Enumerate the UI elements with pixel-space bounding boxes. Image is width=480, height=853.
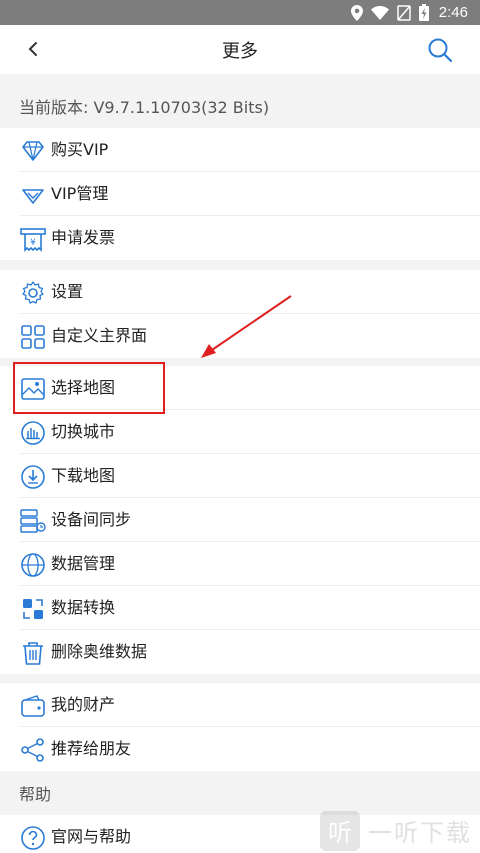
menu-item-vip-manage[interactable]: VIP管理 [0,172,480,216]
menu-item-label: 申请发票 [51,228,116,247]
menu-item-label: 官网与帮助 [51,827,132,846]
menu-item-data-convert[interactable]: 数据转换 [0,586,480,630]
menu-item-label: 切换城市 [51,422,116,441]
status-time: 2:46 [438,4,468,21]
menu-item-label: 我的财产 [51,695,116,714]
menu-item-label: 设备间同步 [51,510,132,529]
search-icon [428,38,453,63]
custom-layout-icon [20,324,46,350]
watermark-text: 一听下载 [368,819,472,847]
svg-text:¥: ¥ [30,238,36,248]
download-map-icon [20,464,46,490]
vip-manage-icon [20,182,46,208]
search-button[interactable] [426,36,454,64]
menu-item-label: 删除奥维数据 [51,642,148,661]
invoice-icon: ¥ [20,226,46,252]
menu-item-label: 设置 [51,282,84,301]
trash-icon [20,640,46,666]
menu-item-label: 数据转换 [51,598,116,617]
city-switch-icon [20,420,46,446]
annotation-arrow-icon [201,295,292,358]
share-icon [20,737,46,763]
watermark: 听 一听下载 [320,808,480,853]
sync-icon [20,508,46,534]
wallet-icon [20,693,46,719]
menu-item-label: 自定义主界面 [51,326,148,345]
diamond-icon [20,138,46,164]
watermark-logo: 听 [320,810,360,851]
back-button[interactable] [22,37,46,61]
annotation-highlight-box [13,362,165,414]
app-header: 更多 [0,25,480,74]
menu-item-download-map[interactable]: 下载地图 [0,454,480,498]
version-info: 当前版本: V9.7.1.10703(32 Bits) [0,84,480,128]
menu-item-my-assets[interactable]: 我的财产 [0,683,480,727]
location-icon [350,4,363,21]
menu-item-recommend[interactable]: 推荐给朋友 [0,727,480,771]
help-icon [20,825,46,851]
menu-item-label: 推荐给朋友 [51,739,132,758]
chevron-left-icon [28,42,37,56]
menu-item-delete-data[interactable]: 删除奥维数据 [0,630,480,674]
page-title: 更多 [222,40,258,62]
menu-item-label: 购买VIP [51,140,109,159]
battery-icon [418,4,429,21]
no-sim-icon [397,4,411,21]
globe-data-icon [20,552,46,578]
data-convert-icon [20,596,46,622]
menu-item-label: VIP管理 [51,184,109,203]
wifi-icon [370,5,389,20]
gear-icon [20,280,46,306]
menu-item-invoice[interactable]: ¥ 申请发票 [0,216,480,260]
menu-item-device-sync[interactable]: 设备间同步 [0,498,480,542]
menu-item-data-manage[interactable]: 数据管理 [0,542,480,586]
menu-item-buy-vip[interactable]: 购买VIP [0,128,480,172]
status-bar: 2:46 [0,0,480,25]
menu-item-label: 下载地图 [51,466,116,485]
menu-item-label: 数据管理 [51,554,116,573]
menu-item-switch-city[interactable]: 切换城市 [0,410,480,454]
